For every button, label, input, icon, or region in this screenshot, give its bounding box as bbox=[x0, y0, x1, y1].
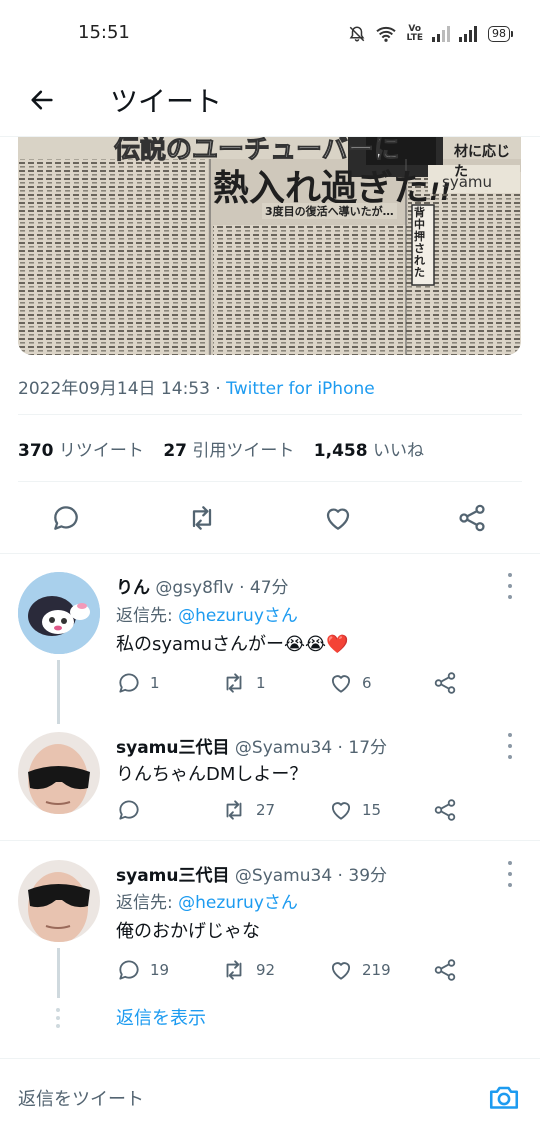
reply-input[interactable]: 返信をツイート bbox=[18, 1085, 144, 1111]
divider bbox=[18, 481, 522, 482]
reply-time: 47分 bbox=[249, 578, 289, 598]
reply-handle: @gsy8flv bbox=[155, 578, 234, 598]
quote-tweets-stat[interactable]: 27 引用ツイート bbox=[163, 441, 294, 461]
thread-line bbox=[57, 948, 60, 998]
reply-to: 返信先: @hezuruyさん bbox=[116, 893, 298, 913]
like-button[interactable] bbox=[322, 502, 354, 534]
reply-to-link[interactable]: @hezuruyさん bbox=[178, 606, 298, 626]
reply-to: 返信先: @hezuruyさん bbox=[116, 606, 298, 626]
reply-author-name[interactable]: syamu三代目 bbox=[116, 866, 230, 886]
compose-bar: 返信をツイート bbox=[0, 1058, 540, 1122]
thread-continuation-dots bbox=[56, 1008, 60, 1028]
bell-mute-icon bbox=[350, 26, 365, 42]
reply-button[interactable]: 19 bbox=[116, 957, 169, 983]
retweet-icon bbox=[192, 506, 212, 530]
status-icons: Vo LTE 98 bbox=[348, 22, 513, 46]
reply-handle: @Syamu34 bbox=[234, 738, 333, 758]
like-icon bbox=[331, 802, 351, 820]
tweet-actions bbox=[18, 490, 522, 546]
like-icon bbox=[326, 508, 350, 530]
share-icon bbox=[434, 799, 456, 821]
avatar[interactable] bbox=[18, 860, 100, 942]
reply-author-name[interactable]: りん bbox=[116, 578, 150, 598]
reply-icon bbox=[119, 800, 139, 820]
share-button[interactable] bbox=[432, 670, 458, 696]
reply-actions: 19 92 219 bbox=[116, 957, 476, 985]
reply-text: りんちゃんDMしよー？ bbox=[116, 764, 308, 785]
image-subhead: 3度目の復活へ導いたが… bbox=[262, 203, 397, 219]
reply-button[interactable] bbox=[50, 502, 82, 534]
page-title: ツイート bbox=[110, 85, 223, 118]
retweet-icon bbox=[226, 800, 242, 820]
more-icon[interactable] bbox=[500, 573, 520, 599]
retweets-stat[interactable]: 370 リツイート bbox=[18, 441, 144, 461]
divider bbox=[0, 553, 540, 554]
signal-icon bbox=[459, 26, 477, 42]
tweet-meta: 2022年09月14日 14:53 · Twitter for iPhone bbox=[18, 379, 375, 399]
reply-button[interactable] bbox=[116, 797, 150, 823]
retweet-button[interactable]: 27 bbox=[220, 797, 275, 823]
camera-button[interactable] bbox=[486, 1079, 522, 1115]
status-time: 15:51 bbox=[78, 22, 130, 43]
tweet-timestamp[interactable]: 2022年09月14日 14:53 bbox=[18, 379, 210, 399]
image-right-edge-text: 材に応じた bbox=[454, 144, 510, 180]
app-header: ツイート bbox=[0, 68, 540, 137]
share-icon bbox=[459, 504, 485, 532]
retweet-button[interactable]: 92 bbox=[220, 957, 275, 983]
share-button[interactable] bbox=[456, 502, 488, 534]
like-button[interactable]: 15 bbox=[328, 797, 381, 823]
back-button[interactable] bbox=[24, 82, 60, 118]
back-arrow-icon bbox=[31, 90, 53, 110]
reply-time: 17分 bbox=[348, 738, 388, 758]
image-sidebox: 背中押された bbox=[414, 206, 425, 279]
retweet-icon bbox=[226, 960, 242, 980]
battery-icon: 98 bbox=[488, 26, 513, 42]
tweet-image[interactable]: 伝説のユーチューバーに 熱入れ過ぎた!! syamu 3度目の復活へ導いたが… … bbox=[18, 137, 521, 355]
reply-actions: 27 15 bbox=[116, 797, 476, 825]
avatar[interactable] bbox=[18, 572, 100, 654]
reply-text: 私のsyamuさんがー😭😭❤️ bbox=[116, 634, 349, 655]
share-button[interactable] bbox=[432, 957, 458, 983]
divider bbox=[0, 840, 540, 841]
reply-header: りん @gsy8flv · 47分 bbox=[116, 578, 289, 598]
thread-line bbox=[57, 660, 60, 724]
reply-icon bbox=[119, 960, 139, 980]
reply-time: 39分 bbox=[348, 866, 388, 886]
status-bar: 15:51 Vo LTE 98 bbox=[0, 0, 540, 68]
more-icon[interactable] bbox=[500, 733, 520, 759]
reply-handle: @Syamu34 bbox=[234, 866, 333, 886]
tweet-stats: 370 リツイート 27 引用ツイート 1,458 いいね bbox=[18, 436, 424, 461]
share-icon bbox=[434, 959, 456, 981]
tweet-client[interactable]: Twitter for iPhone bbox=[226, 379, 375, 399]
reply-header: syamu三代目 @Syamu34 · 39分 bbox=[116, 866, 388, 886]
wifi-icon bbox=[376, 26, 397, 42]
more-icon[interactable] bbox=[500, 861, 520, 887]
retweet-button[interactable] bbox=[186, 502, 218, 534]
divider bbox=[18, 414, 522, 415]
signal-icon bbox=[432, 26, 450, 42]
reply-header: syamu三代目 @Syamu34 · 17分 bbox=[116, 738, 388, 758]
retweet-button[interactable]: 1 bbox=[220, 670, 266, 696]
reply-icon bbox=[119, 673, 139, 693]
reply-author-name[interactable]: syamu三代目 bbox=[116, 738, 230, 758]
share-icon bbox=[434, 672, 456, 694]
reply-button[interactable]: 1 bbox=[116, 670, 160, 696]
share-button[interactable] bbox=[432, 797, 458, 823]
show-replies-link[interactable]: 返信を表示 bbox=[116, 1004, 206, 1030]
like-icon bbox=[331, 962, 351, 980]
reply-to-link[interactable]: @hezuruyさん bbox=[178, 893, 298, 913]
reply-text: 俺のおかげじゃな bbox=[116, 921, 260, 942]
like-icon bbox=[331, 675, 351, 693]
likes-stat[interactable]: 1,458 いいね bbox=[314, 441, 424, 461]
avatar[interactable] bbox=[18, 732, 100, 814]
like-button[interactable]: 219 bbox=[328, 957, 391, 983]
like-button[interactable]: 6 bbox=[328, 670, 372, 696]
volte-indicator: Vo LTE bbox=[406, 24, 423, 43]
retweet-icon bbox=[226, 673, 242, 693]
reply-actions: 1 1 6 bbox=[116, 670, 476, 698]
reply-icon bbox=[54, 506, 78, 530]
camera-icon bbox=[489, 1086, 519, 1109]
